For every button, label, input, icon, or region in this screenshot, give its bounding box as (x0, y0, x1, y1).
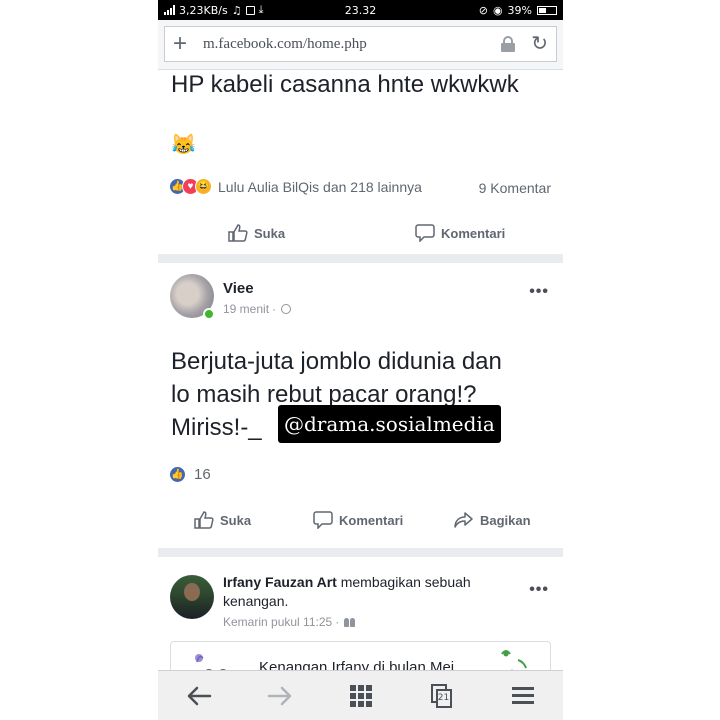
download-icon: ⤓ (258, 3, 264, 16)
author-name[interactable]: Viee (223, 280, 254, 297)
share-label: Bagikan (480, 512, 531, 528)
speech-bubble-icon (313, 511, 333, 529)
post-meta: 19 menit · (223, 302, 292, 316)
music-icon: ♫ (231, 3, 242, 17)
battery-percent: 39% (507, 3, 532, 17)
friends-icon (344, 617, 356, 627)
phone-screen: 3,23KB/s ♫ ⤓ 23.32 ⊘ ◉ 39% + m.facebook.… (158, 0, 563, 720)
browser-bottom-nav: 21 (158, 670, 563, 720)
like-label: Suka (220, 512, 252, 528)
post-time[interactable]: 19 menit (223, 302, 269, 316)
signal-icon (164, 5, 175, 15)
new-tab-plus-icon[interactable]: + (173, 32, 195, 56)
news-feed: HP kabeli casanna hnte wkwkwk 😹 👍 ♥ 😆 Lu… (158, 70, 563, 701)
crying-cat-emoji: 😹 (171, 134, 196, 156)
reactions-summary[interactable]: 👍 16 (169, 466, 211, 483)
avatar[interactable] (170, 575, 214, 619)
network-speed: 3,23KB/s (179, 3, 228, 17)
like-count: 16 (194, 466, 211, 483)
post-meta: Kemarin pukul 11:25 · (223, 615, 356, 629)
reload-icon[interactable]: ↻ (531, 34, 548, 54)
battery-icon (537, 5, 557, 15)
share-button[interactable]: Bagikan (454, 511, 531, 529)
instagram-icon (245, 5, 255, 15)
status-bar: 3,23KB/s ♫ ⤓ 23.32 ⊘ ◉ 39% (158, 0, 563, 20)
forward-arrow-icon[interactable] (260, 676, 300, 716)
comment-count[interactable]: 9 Komentar (479, 180, 551, 196)
reactions-summary[interactable]: 👍 ♥ 😆 Lulu Aulia BilQis dan 218 lainnya (169, 178, 422, 195)
lock-icon (501, 36, 516, 52)
post-actions: Suka Komentari Bagikan (158, 503, 563, 537)
like-button[interactable]: Suka (228, 224, 285, 242)
like-reaction-icon: 👍 (169, 466, 186, 483)
globe-icon (281, 304, 292, 314)
author-name[interactable]: Irfany Fauzan Art (223, 574, 337, 590)
post-card: Viee 19 menit · ••• Berjuta-juta jomblo … (158, 263, 563, 548)
online-status-icon (203, 308, 215, 320)
like-button[interactable]: Suka (194, 511, 251, 529)
more-dots-icon[interactable]: ••• (529, 581, 549, 599)
eye-icon: ◉ (492, 3, 503, 17)
no-sim-icon: ⊘ (478, 3, 488, 17)
post-card: HP kabeli casanna hnte wkwkwk 😹 👍 ♥ 😆 Lu… (158, 70, 563, 254)
speech-bubble-icon (415, 224, 435, 242)
thumb-icon (194, 511, 214, 529)
watermark: @drama.sosialmedia (278, 405, 501, 443)
post-text-line: Berjuta-juta jomblo didunia dan (171, 348, 502, 375)
menu-icon[interactable] (503, 676, 543, 716)
more-dots-icon[interactable]: ••• (529, 283, 549, 301)
tabs-icon[interactable]: 21 (422, 676, 462, 716)
like-label: Suka (254, 225, 286, 241)
post-headline: Irfany Fauzan Art membagikan sebuah kena… (223, 573, 508, 611)
comment-label: Komentari (441, 225, 506, 241)
post-time[interactable]: Kemarin pukul 11:25 (223, 615, 332, 629)
browser-toolbar: + m.facebook.com/home.php ↻ (158, 20, 563, 70)
grid-icon[interactable] (341, 676, 381, 716)
post-actions: Suka Komentari (158, 216, 563, 250)
thumb-icon (228, 224, 248, 242)
back-arrow-icon[interactable] (179, 676, 219, 716)
comment-label: Komentari (339, 512, 404, 528)
address-bar[interactable]: + m.facebook.com/home.php ↻ (164, 26, 557, 62)
haha-reaction-icon: 😆 (195, 178, 212, 195)
comment-button[interactable]: Komentari (415, 224, 505, 242)
reactors-text: Lulu Aulia BilQis dan 218 lainnya (218, 178, 422, 195)
url-text[interactable]: m.facebook.com/home.php (203, 36, 501, 53)
post-text: HP kabeli casanna hnte wkwkwk (171, 71, 519, 98)
comment-button[interactable]: Komentari (313, 511, 403, 529)
share-arrow-icon (454, 511, 474, 529)
